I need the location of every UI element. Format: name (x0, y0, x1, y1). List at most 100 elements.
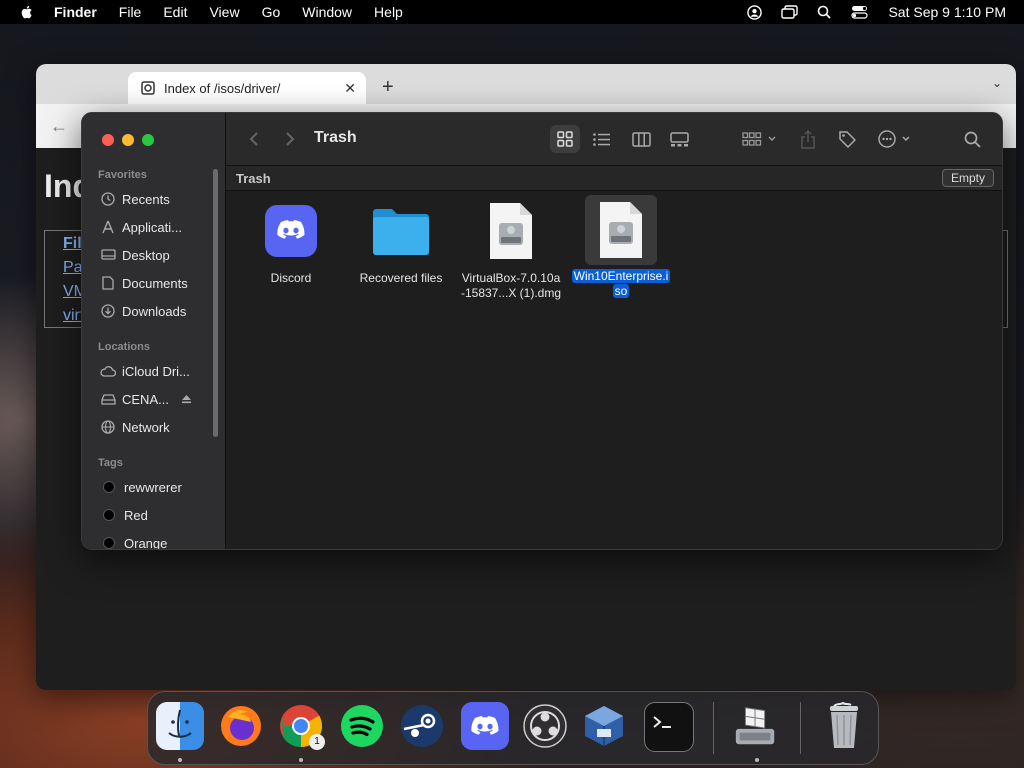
file-item-recovered-files[interactable]: Recovered files (346, 201, 456, 286)
empty-trash-button[interactable]: Empty (941, 169, 994, 187)
dock-badge: 1 (309, 734, 325, 750)
back-chevron-icon[interactable] (246, 127, 262, 151)
globe-icon (100, 419, 116, 435)
menu-window[interactable]: Window (302, 4, 352, 20)
discord-app-icon (261, 201, 321, 261)
sidebar-tag-red[interactable]: Red (100, 504, 212, 526)
file-item-discord[interactable]: Discord (236, 201, 346, 286)
tab-list-chevron-icon[interactable]: ⌄ (992, 76, 1002, 90)
user-account-icon[interactable] (745, 4, 763, 20)
sidebar-item-network[interactable]: Network (100, 416, 212, 438)
window-title: Trash (314, 129, 357, 146)
sidebar-label: iCloud Dri... (122, 363, 190, 379)
eject-icon[interactable] (181, 392, 192, 407)
document-icon (100, 275, 116, 291)
path-bar: Trash Empty (226, 166, 1002, 191)
sidebar-item-documents[interactable]: Documents (100, 272, 212, 294)
disk-image-icon (481, 201, 541, 261)
dock: 1 (147, 691, 879, 765)
close-window-button[interactable] (102, 134, 114, 146)
running-indicator (299, 758, 303, 762)
desktop-icon (100, 247, 116, 263)
dock-spotify-icon[interactable] (338, 702, 386, 750)
forward-chevron-icon[interactable] (282, 127, 298, 151)
dock-firefox-icon[interactable] (217, 702, 265, 750)
sidebar-label: Network (122, 419, 170, 435)
dock-boot-camp-icon[interactable] (732, 702, 780, 750)
running-indicator (178, 758, 182, 762)
dock-discord-icon[interactable] (461, 702, 509, 750)
tag-icon[interactable] (836, 127, 858, 151)
menu-go[interactable]: Go (262, 4, 281, 20)
control-center-icon[interactable] (850, 4, 868, 20)
applications-icon (100, 219, 116, 235)
tab-close-icon[interactable]: ✕ (344, 80, 356, 97)
menu-bar: Finder File Edit View Go Window Help Sat… (0, 0, 1024, 24)
dock-obs-icon[interactable] (521, 702, 569, 750)
more-actions-icon[interactable] (878, 127, 914, 151)
browser-tab-bar: Index of /isos/driver/ ✕ + ⌄ (36, 64, 1016, 104)
sidebar-item-desktop[interactable]: Desktop (100, 244, 212, 266)
file-item-win10enterprise-iso[interactable]: Win10Enterprise.i so (566, 195, 676, 299)
sidebar-item-cena-volume[interactable]: CENA... (100, 388, 212, 410)
dock-finder-icon[interactable] (156, 702, 204, 750)
sidebar-label: Desktop (122, 247, 170, 263)
apple-menu-icon[interactable] (19, 4, 35, 20)
menu-app-name[interactable]: Finder (54, 4, 97, 20)
sidebar-scrollbar[interactable] (213, 169, 218, 437)
dock-steam-icon[interactable] (398, 702, 446, 750)
file-name: Discord (270, 271, 312, 285)
menu-edit[interactable]: Edit (163, 4, 187, 20)
menu-view[interactable]: View (209, 4, 239, 20)
search-icon[interactable] (962, 127, 982, 151)
sidebar-label: CENA... (122, 391, 169, 407)
sidebar-tag-rewwrerer[interactable]: rewwrerer (100, 476, 212, 498)
dock-terminal-icon[interactable] (644, 702, 694, 752)
new-tab-icon[interactable]: + (382, 76, 394, 99)
finder-sidebar: Favorites Recents Applicati... Desktop D… (82, 113, 226, 549)
browser-tab[interactable]: Index of /isos/driver/ ✕ (128, 72, 366, 104)
tag-color-dot (103, 537, 115, 549)
folder-icon (371, 201, 431, 261)
share-icon[interactable] (798, 127, 818, 151)
sidebar-tag-orange[interactable]: Orange (100, 532, 212, 550)
finder-window[interactable]: Favorites Recents Applicati... Desktop D… (81, 112, 1003, 550)
finder-main: Trash Trash Empty Discord Recovered file… (226, 113, 1002, 549)
sidebar-item-recents[interactable]: Recents (100, 188, 212, 210)
file-name-selected: Win10Enterprise.i so (571, 269, 671, 298)
locations-header: Locations (98, 341, 150, 353)
column-view-icon[interactable] (630, 127, 652, 151)
menu-file[interactable]: File (119, 4, 142, 20)
tags-header: Tags (98, 457, 123, 469)
group-by-icon[interactable] (742, 127, 778, 151)
drive-icon (100, 391, 116, 407)
tag-color-dot (103, 509, 115, 521)
icon-view-icon[interactable] (555, 127, 575, 151)
file-item-virtualbox-dmg[interactable]: VirtualBox-7.0.10a -15837...X (1).dmg (456, 201, 566, 301)
file-name: Recovered files (359, 271, 443, 285)
dock-chrome-icon[interactable]: 1 (277, 702, 325, 750)
finder-toolbar: Trash (226, 113, 1002, 166)
minimize-window-button[interactable] (122, 134, 134, 146)
sidebar-label: Red (124, 507, 148, 523)
favorites-header: Favorites (98, 169, 147, 181)
spotlight-search-icon[interactable] (815, 4, 833, 20)
sidebar-item-icloud[interactable]: iCloud Dri... (100, 360, 212, 382)
sidebar-item-applications[interactable]: Applicati... (100, 216, 212, 238)
menu-clock[interactable]: Sat Sep 9 1:10 PM (888, 4, 1006, 20)
list-view-icon[interactable] (591, 127, 611, 151)
sidebar-label: Orange (124, 535, 168, 550)
zoom-window-button[interactable] (142, 134, 154, 146)
gallery-view-icon[interactable] (668, 127, 690, 151)
download-icon (100, 303, 116, 319)
dock-virtualbox-icon[interactable] (580, 702, 628, 750)
menu-help[interactable]: Help (374, 4, 403, 20)
cloud-icon (100, 363, 116, 379)
screen-mirroring-icon[interactable] (780, 4, 798, 20)
running-indicator (755, 758, 759, 762)
tab-title: Index of /isos/driver/ (164, 80, 281, 96)
sidebar-item-downloads[interactable]: Downloads (100, 300, 212, 322)
back-arrow-icon[interactable]: ← (50, 116, 68, 137)
disk-image-icon (585, 195, 657, 265)
dock-trash-icon[interactable] (820, 702, 868, 750)
